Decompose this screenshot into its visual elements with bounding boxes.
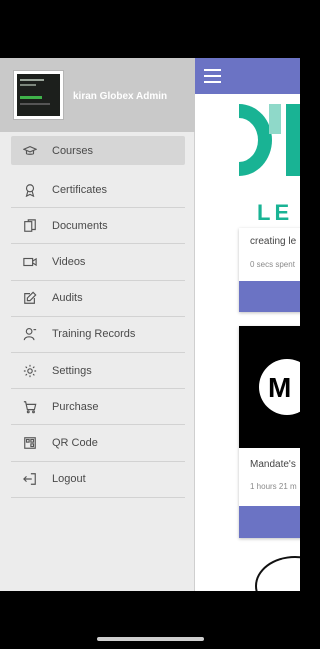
app-window: LE creating le 0 secs spent M Mandate's … <box>0 58 300 591</box>
logout-icon <box>23 472 37 486</box>
drawer-menu: Courses Certificates Documents Videos Au… <box>11 136 185 498</box>
menu-item-label: Documents <box>52 219 108 232</box>
brand-logo-text: LE <box>257 200 294 225</box>
menu-item-qr-code[interactable]: QR Code <box>11 425 185 462</box>
phone-screen: LE creating le 0 secs spent M Mandate's … <box>0 0 300 649</box>
course-action-button[interactable] <box>239 281 300 312</box>
menu-item-videos[interactable]: Videos <box>11 244 185 281</box>
user-record-icon <box>23 327 37 341</box>
graduation-cap-icon <box>23 144 37 158</box>
menu-item-label: Audits <box>52 292 83 305</box>
video-icon <box>23 255 37 269</box>
menu-item-label: Settings <box>52 364 92 377</box>
avatar[interactable] <box>13 70 64 120</box>
edit-icon <box>23 291 37 305</box>
course-title: Mandate's <box>250 459 296 470</box>
course-card[interactable]: M Mandate's 1 hours 21 m <box>239 326 300 538</box>
decorative-swoosh <box>255 556 300 591</box>
navigation-drawer: kiran Globex Admin Courses Certificates <box>0 58 195 591</box>
menu-item-courses[interactable]: Courses <box>11 136 185 165</box>
menu-item-audits[interactable]: Audits <box>11 281 185 317</box>
course-time-spent: 1 hours 21 m <box>250 482 297 491</box>
gear-icon <box>23 364 37 378</box>
course-thumbnail: M <box>239 326 300 448</box>
course-title: creating le <box>250 236 297 247</box>
top-bar <box>195 58 300 94</box>
award-icon <box>23 183 37 197</box>
menu-item-training-records[interactable]: Training Records <box>11 317 185 353</box>
hamburger-menu-icon[interactable] <box>204 69 221 83</box>
user-name: kiran Globex Admin <box>73 91 168 102</box>
menu-item-label: Training Records <box>52 328 136 341</box>
qr-code-icon <box>23 436 37 450</box>
menu-item-label: Courses <box>52 144 93 157</box>
menu-item-logout[interactable]: Logout <box>11 462 185 498</box>
main-content: LE creating le 0 secs spent M Mandate's … <box>195 58 300 591</box>
brand-logo-graphic <box>239 104 300 176</box>
menu-item-label: Videos <box>52 255 86 268</box>
thumbnail-letter: M <box>268 372 291 403</box>
menu-item-label: Certificates <box>52 183 108 196</box>
menu-item-label: Logout <box>52 473 86 486</box>
cart-icon <box>23 400 37 414</box>
documents-icon <box>23 219 37 233</box>
menu-item-label: Purchase <box>52 400 99 413</box>
course-time-spent: 0 secs spent <box>250 260 295 269</box>
course-card[interactable]: creating le 0 secs spent <box>239 228 300 312</box>
course-action-button[interactable] <box>239 506 300 538</box>
menu-item-documents[interactable]: Documents <box>11 208 185 245</box>
menu-item-label: QR Code <box>52 436 98 449</box>
menu-item-purchase[interactable]: Purchase <box>11 389 185 426</box>
home-indicator[interactable] <box>97 637 204 641</box>
menu-item-settings[interactable]: Settings <box>11 353 185 390</box>
drawer-header: kiran Globex Admin <box>0 58 195 132</box>
menu-item-certificates[interactable]: Certificates <box>11 172 185 209</box>
